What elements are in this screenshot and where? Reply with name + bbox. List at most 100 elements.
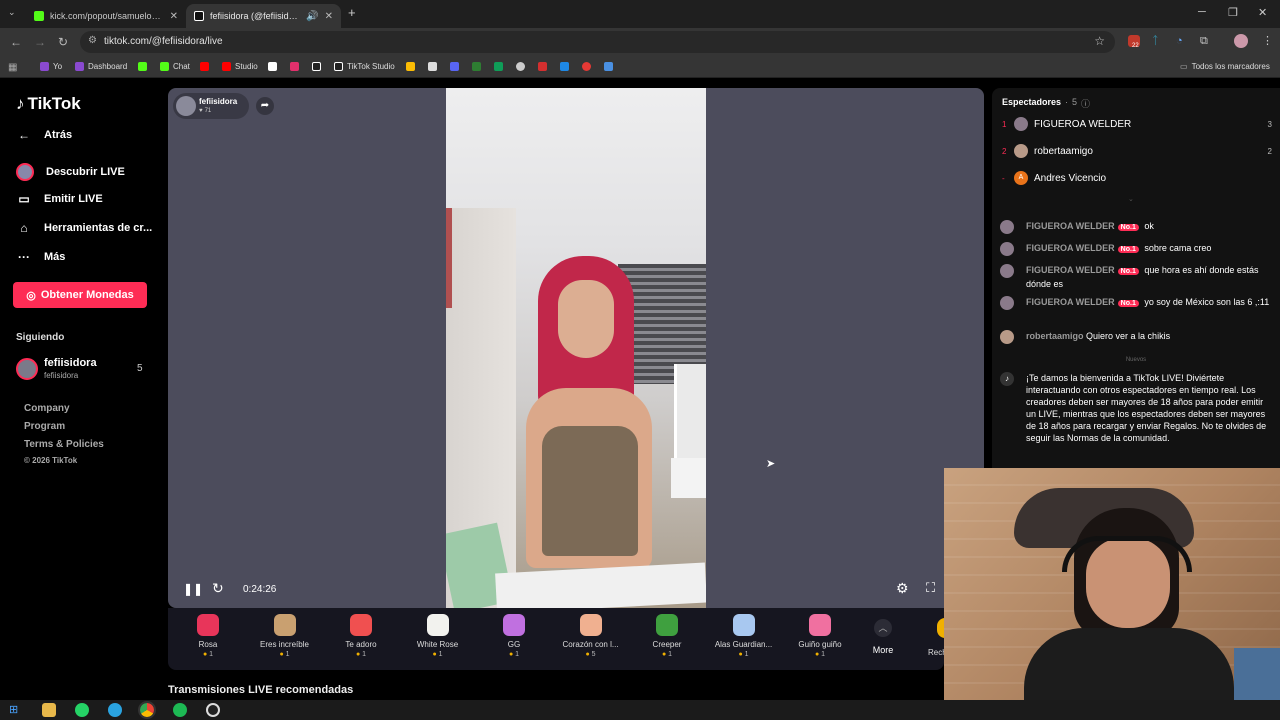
- gift-item[interactable]: Creeper ● 1: [632, 614, 702, 658]
- bookmark-ext6[interactable]: [560, 62, 569, 71]
- settings-gear-icon[interactable]: ⚙: [896, 580, 909, 597]
- bookmark-studio[interactable]: Studio: [222, 62, 258, 71]
- close-window-icon[interactable]: ✕: [1258, 6, 1267, 19]
- forward-arrow-icon[interactable]: →: [34, 35, 46, 49]
- host-info[interactable]: fefiisidora ♥ 71: [173, 93, 249, 119]
- bookmark-drive[interactable]: [406, 62, 415, 71]
- minimize-icon[interactable]: ─: [1198, 6, 1206, 18]
- gift-item[interactable]: Alas Guardian... ● 1: [709, 614, 779, 658]
- bookmark-ext4[interactable]: [516, 62, 525, 71]
- bookmark-youtube[interactable]: [200, 62, 209, 71]
- browser-tab-bar: ⌄ kick.com/popout/samuelon/chat ✕ fefiis…: [0, 0, 1280, 28]
- gift-item[interactable]: Te adoro ● 1: [326, 614, 396, 658]
- gift-item[interactable]: Corazón con l... ● 5: [556, 614, 626, 658]
- bookmark-instagram[interactable]: [290, 62, 299, 71]
- restore-icon[interactable]: ❐: [1228, 6, 1238, 19]
- get-coins-button[interactable]: ◎ Obtener Monedas: [13, 282, 147, 308]
- bookmark-chat[interactable]: Chat: [160, 62, 190, 71]
- site-info-icon[interactable]: ⚙: [88, 35, 97, 46]
- tiktok-logo[interactable]: ♪ TikTok: [16, 94, 81, 114]
- nav-creator-tools[interactable]: ⌂ Herramientas de cr...: [16, 221, 152, 235]
- bookmark-tiktok[interactable]: [312, 62, 321, 71]
- bookmark-x[interactable]: [268, 62, 277, 71]
- footer-company[interactable]: Company: [24, 403, 70, 414]
- kick-icon: [138, 62, 147, 71]
- whatsapp-icon[interactable]: [75, 703, 89, 717]
- bookmarks-bar: ▦ Yo Dashboard Chat Studio TikTok Studio…: [0, 56, 1280, 78]
- nav-go-live[interactable]: ▭ Emitir LIVE: [16, 192, 102, 206]
- tab-search-icon[interactable]: ⌄: [8, 7, 16, 18]
- url-input[interactable]: ⚙ tiktok.com/@fefiisidora/live ☆: [80, 31, 1115, 53]
- apps-grid-icon[interactable]: ▦: [8, 62, 17, 73]
- bookmark-ext1[interactable]: [428, 62, 437, 71]
- gift-icon: [426, 614, 449, 636]
- bookmark-star-icon[interactable]: ☆: [1094, 34, 1105, 48]
- all-bookmarks[interactable]: ▭ Todos los marcadores: [1180, 62, 1270, 71]
- spotify-icon[interactable]: [173, 703, 187, 717]
- speaker-icon[interactable]: 🔊: [306, 11, 318, 22]
- bookmark-tiktok-studio[interactable]: TikTok Studio: [334, 62, 395, 71]
- close-tab-icon[interactable]: ✕: [170, 11, 178, 22]
- bookmark-gemini[interactable]: [604, 62, 613, 71]
- telegram-icon[interactable]: [108, 703, 122, 717]
- bookmark-kick[interactable]: [138, 62, 147, 71]
- close-tab-icon[interactable]: ✕: [325, 11, 333, 22]
- viewer-row[interactable]: 2 robertaamigo 2: [1002, 144, 1272, 158]
- mouse-cursor-icon: ➤: [766, 458, 776, 470]
- gift-price: ● 1: [202, 651, 214, 658]
- extensions-puzzle-icon[interactable]: ⧉: [1200, 35, 1208, 48]
- bookmark-sheets[interactable]: [494, 62, 503, 71]
- gift-name: GG: [507, 640, 521, 649]
- bookmark-dashboard[interactable]: Dashboard: [75, 62, 127, 71]
- share-icon[interactable]: ➦: [256, 97, 274, 115]
- gift-item[interactable]: Rosa ● 1: [173, 614, 243, 658]
- refresh-icon[interactable]: ↻: [212, 580, 224, 597]
- viewers-header: Espectadores · 5 ⓘ: [1002, 97, 1091, 110]
- gift-name: Guiño guiño: [798, 640, 842, 649]
- obs-icon[interactable]: [206, 703, 220, 717]
- gift-price: ● 5: [585, 651, 596, 658]
- translate-extension-icon[interactable]: ᛏ: [1152, 35, 1159, 47]
- viewer-row[interactable]: - A Andres Vicencio: [1002, 171, 1272, 185]
- file-explorer-icon[interactable]: [42, 703, 56, 717]
- profile-avatar[interactable]: [1234, 34, 1248, 48]
- sidebar: ♪ TikTok ← Atrás Descubrir LIVE ▭ Emitir…: [0, 78, 160, 700]
- audio-extension-icon[interactable]: ◔: [1176, 35, 1183, 47]
- gift-item[interactable]: Eres increíble ● 1: [250, 614, 320, 658]
- windows-start-icon[interactable]: ⊞: [9, 703, 23, 717]
- tab-tiktok-live[interactable]: fefiisidora (@fefiisidora) está en LIVE …: [186, 4, 341, 28]
- nav-discover-live[interactable]: Descubrir LIVE: [16, 163, 125, 181]
- nav-more[interactable]: ··· Más: [16, 250, 65, 264]
- fullscreen-icon[interactable]: ⛶: [926, 580, 935, 596]
- bookmark-yo[interactable]: Yo: [40, 62, 62, 71]
- live-player[interactable]: fefiisidora ♥ 71 ➦ ❚❚ ↻ 0:24:26 ⚙ ⛶ ➤: [168, 88, 984, 608]
- back-link[interactable]: ← Atrás: [16, 128, 72, 142]
- tab-kick-chat[interactable]: kick.com/popout/samuelon/chat ✕: [26, 4, 186, 28]
- collapse-chevron-icon[interactable]: ⌄: [1128, 195, 1134, 203]
- bookmark-ext7[interactable]: [582, 62, 591, 71]
- gift-item[interactable]: GG ● 1: [479, 614, 549, 658]
- gift-item[interactable]: Guiño guiño ● 1: [785, 614, 855, 658]
- video-stream[interactable]: [446, 88, 706, 608]
- more-dots-icon: ···: [18, 250, 30, 264]
- pause-icon[interactable]: ❚❚: [183, 582, 203, 596]
- footer-program[interactable]: Program: [24, 421, 65, 432]
- reload-icon[interactable]: ↻: [58, 35, 68, 49]
- more-gifts-button[interactable]: ︿ More: [868, 618, 898, 655]
- chevron-up-icon: ︿: [874, 619, 892, 637]
- menu-dots-icon[interactable]: ⋮: [1262, 34, 1273, 47]
- following-item[interactable]: fefiisidora fefiisidora 5: [16, 357, 146, 383]
- gift-icon: [273, 614, 296, 636]
- bookmark-ext3[interactable]: [472, 62, 481, 71]
- new-tab-icon[interactable]: +: [348, 5, 356, 20]
- viewer-row[interactable]: 1 FIGUEROA WELDER 3: [1002, 117, 1272, 131]
- bookmark-ext2[interactable]: [450, 62, 459, 71]
- gift-item[interactable]: White Rose ● 1: [403, 614, 473, 658]
- gift-name: Eres increíble: [260, 640, 309, 649]
- info-icon[interactable]: ⓘ: [1081, 97, 1090, 110]
- kick-icon: [160, 62, 169, 71]
- chrome-icon[interactable]: [138, 701, 156, 719]
- footer-terms[interactable]: Terms & Policies: [24, 439, 104, 450]
- bookmark-ext5[interactable]: [538, 62, 547, 71]
- back-arrow-icon[interactable]: ←: [10, 35, 22, 49]
